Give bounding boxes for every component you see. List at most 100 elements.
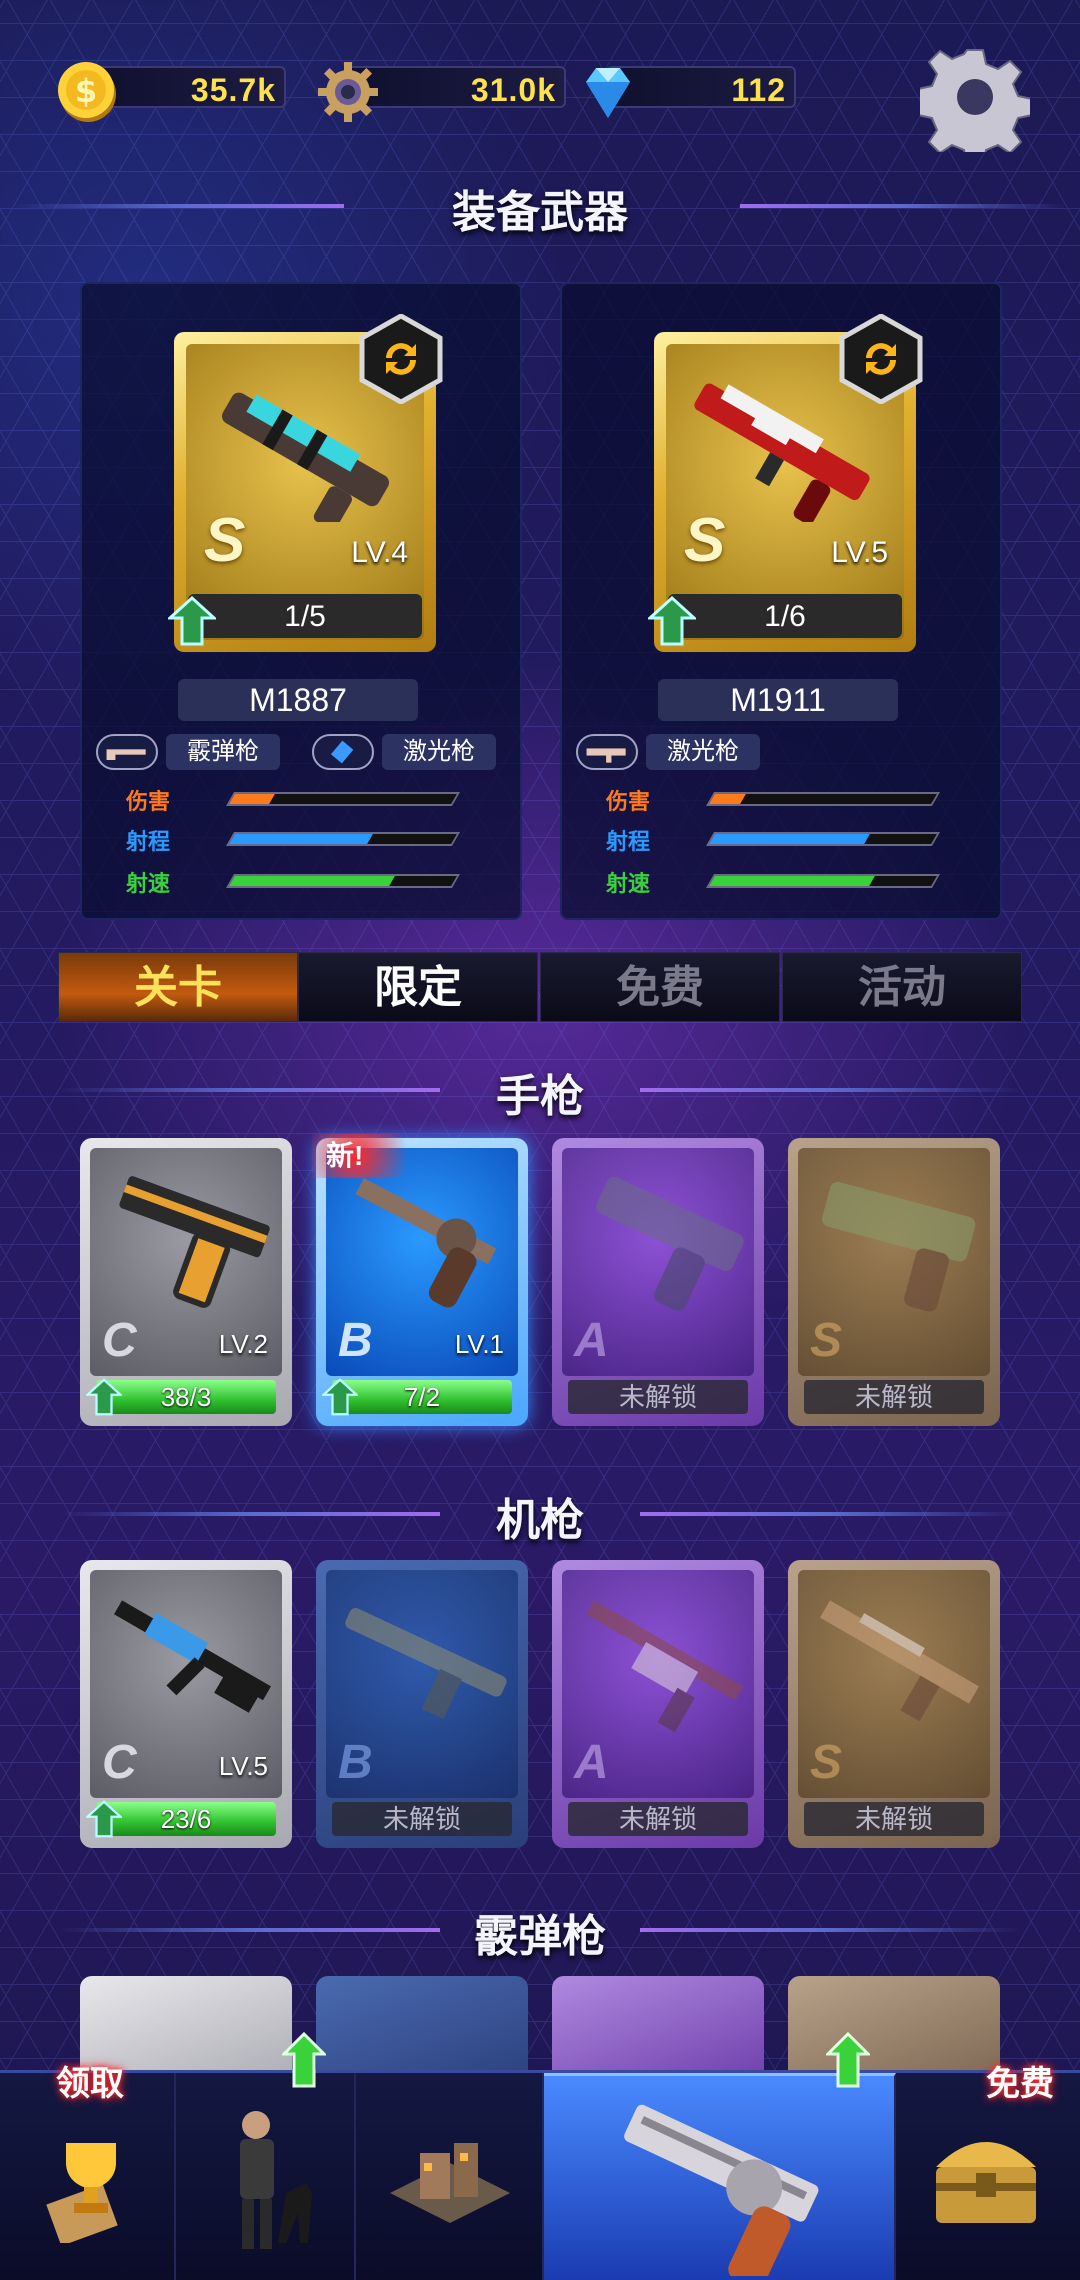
bottom-nav	[0, 2070, 1080, 2280]
weapon-name: M1911	[658, 679, 898, 721]
locked-label: 未解锁	[804, 1380, 984, 1414]
stat-label: 伤害	[126, 789, 171, 814]
upgrade-arrow-icon	[168, 596, 216, 646]
weapon-card-gold[interactable]: S LV.5 1/6	[648, 314, 923, 652]
tab-limited[interactable]: 限定	[298, 952, 538, 1022]
coin-icon: $	[58, 62, 116, 122]
svg-text:$: $	[75, 72, 97, 110]
grade-letter: S	[684, 506, 726, 575]
locked-label: 未解锁	[568, 1380, 748, 1414]
grade-letter: C	[102, 1736, 137, 1789]
trophy-icon	[46, 2143, 118, 2243]
swap-weapon-icon[interactable]	[836, 314, 926, 404]
nav-base[interactable]	[356, 2073, 544, 2280]
weapon-card-pistol-a-locked[interactable]: A 未解锁	[552, 1138, 764, 1426]
revolver-nav-icon	[624, 2104, 819, 2276]
gear-currency-icon	[318, 62, 378, 122]
tab-free[interactable]: 免费	[540, 952, 780, 1022]
locked-pistol-icon	[596, 1176, 744, 1311]
nav-free-label: 免费	[986, 2065, 1054, 2103]
tab-levels[interactable]: 关卡	[58, 952, 298, 1022]
stat-label: 射程	[606, 829, 651, 854]
grade-letter: S	[810, 1314, 843, 1367]
equipped-weapon-panel-2[interactable]: S LV.5 1/6 M1911 激光枪 伤害 射程 射速	[560, 282, 1002, 920]
stat-label: 伤害	[606, 789, 651, 814]
assault-rifle-icon	[114, 1600, 271, 1713]
grade-letter: B	[338, 1314, 373, 1367]
stat-label: 射速	[126, 871, 171, 896]
upgrade-bar: 38/3	[96, 1380, 276, 1414]
locked-label: 未解锁	[332, 1802, 512, 1836]
gear-value: 31.0k	[470, 72, 556, 108]
stat-damage: 伤害	[126, 784, 496, 814]
weapon-card-pistol-s-locked[interactable]: S 未解锁	[788, 1138, 1000, 1426]
stat-rate: 射速	[606, 866, 976, 896]
grade-letter: C	[102, 1314, 137, 1367]
weapon-type-tag: 激光枪	[382, 734, 496, 770]
upgrade-arrow-icon	[648, 596, 696, 646]
soldier-icon	[240, 2111, 312, 2249]
swap-weapon-icon[interactable]	[356, 314, 446, 404]
weapon-level: LV.1	[454, 1329, 504, 1359]
settings-gear-icon[interactable]	[920, 42, 1030, 152]
diamond-icon	[586, 68, 630, 118]
upgrade-progress: 1/5	[188, 594, 422, 638]
weapon-card-revolver-b[interactable]: 新! B LV.1 7/2	[312, 1134, 528, 1426]
equip-header: 装备武器	[0, 176, 1080, 237]
laser-rifle-type-icon	[576, 734, 638, 770]
shotgun-section-header: 霰弹枪	[0, 1900, 1080, 1961]
base-building-icon	[390, 2143, 510, 2223]
weapon-level: LV.4	[351, 536, 408, 569]
stat-range: 射程	[606, 824, 976, 854]
stat-label: 射速	[606, 871, 651, 896]
equipped-weapon-panel-1[interactable]: S LV.4 1/5 M1887 霰弹枪 激光枪 伤害 射程 射速	[80, 282, 522, 920]
weapon-type-tag: 霰弹枪	[166, 734, 280, 770]
upgrade-arrow-icon	[86, 1800, 122, 1838]
new-badge: 新!	[312, 1134, 422, 1178]
weapon-card-rifle-b-locked[interactable]: B 未解锁	[316, 1560, 528, 1848]
weapon-level: LV.2	[218, 1329, 268, 1359]
stat-fill	[229, 834, 373, 844]
section-title: 手枪	[496, 1072, 584, 1121]
equip-title: 装备武器	[452, 188, 628, 237]
grade-letter: S	[810, 1736, 843, 1789]
tab-event[interactable]: 活动	[782, 952, 1022, 1022]
stat-fill	[229, 876, 395, 886]
upgrade-arrow-icon	[86, 1378, 122, 1416]
upgrade-progress-value: 1/6	[764, 600, 806, 633]
stat-damage: 伤害	[606, 784, 976, 814]
weapon-card-rifle-c[interactable]: C LV.5 23/6	[80, 1560, 292, 1848]
revolver-icon	[355, 1178, 497, 1308]
upgrade-available-icon	[826, 2032, 870, 2088]
weapon-card-pistol-c[interactable]: C LV.2 38/3	[80, 1138, 292, 1426]
section-title: 机枪	[496, 1496, 584, 1545]
weapon-card-gold[interactable]: S LV.4 1/5	[168, 314, 443, 652]
stat-range: 射程	[126, 824, 496, 854]
grade-letter: S	[204, 506, 246, 575]
nav-rewards-label: 领取	[56, 2065, 124, 2103]
upgrade-bar: 7/2	[332, 1380, 512, 1414]
treasure-chest-icon	[936, 2142, 1036, 2223]
stat-label: 射程	[126, 829, 171, 854]
upgrade-arrow-icon	[322, 1378, 358, 1416]
weapon-card-rifle-a-locked[interactable]: A 未解锁	[552, 1560, 764, 1848]
weapon-card-rifle-s-locked[interactable]: S 未解锁	[788, 1560, 1000, 1848]
pistol-section-header: 手枪	[0, 1060, 1080, 1121]
weapon-name: M1887	[178, 679, 418, 721]
nav-characters[interactable]	[176, 2073, 356, 2280]
pistol-icon	[119, 1176, 270, 1308]
locked-label: 未解锁	[568, 1802, 748, 1836]
gem-value: 112	[731, 72, 786, 108]
nav-weapons[interactable]	[544, 2073, 896, 2280]
section-title: 霰弹枪	[474, 1912, 606, 1961]
coin-value: 35.7k	[190, 72, 276, 108]
upgrade-progress-value: 1/5	[284, 600, 326, 633]
locked-rifle-icon	[345, 1607, 507, 1719]
stat-fill	[229, 794, 275, 804]
upgrade-available-icon	[282, 2032, 326, 2088]
stat-fill	[709, 794, 746, 804]
weapon-level: LV.5	[831, 536, 888, 569]
grade-letter: B	[338, 1736, 373, 1789]
grade-letter: A	[574, 1314, 609, 1367]
shotgun-type-icon	[96, 734, 158, 770]
